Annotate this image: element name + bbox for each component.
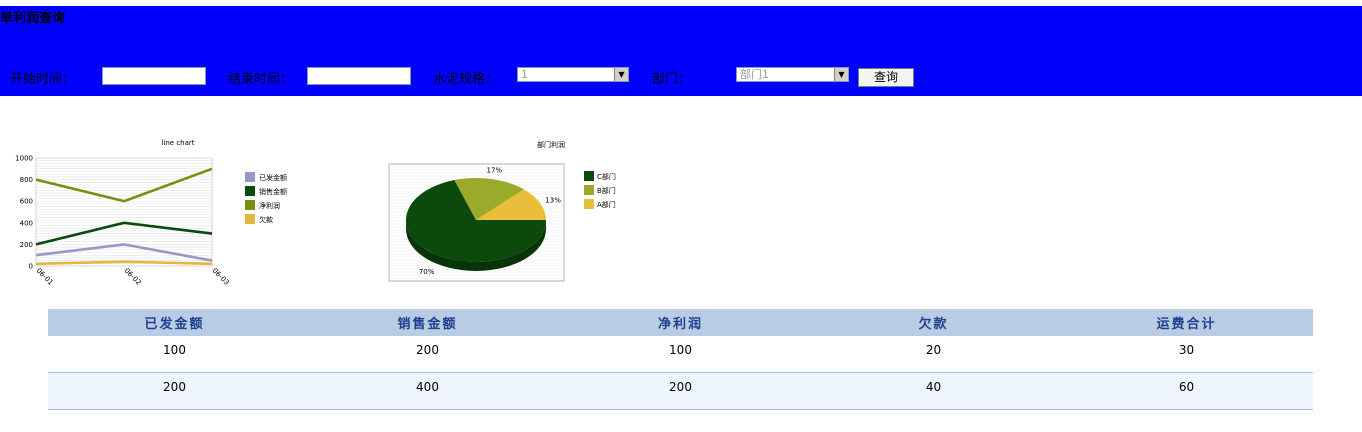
pie-chart: 部门利润 70% 17% 13% C部门 B部门 A部门: [388, 140, 616, 282]
table-cell: 30: [1178, 343, 1195, 357]
legend-swatch: [584, 185, 594, 195]
line-chart: line chart 0 200 400 600 800 1000 06-01 06-02 06…: [15, 139, 287, 287]
query-button[interactable]: 查询: [858, 68, 914, 87]
spec-select[interactable]: 1 ▼: [517, 67, 629, 82]
chevron-down-icon[interactable]: ▼: [614, 68, 628, 81]
legend-swatch: [245, 186, 255, 196]
legend-label: 净利润: [259, 201, 280, 210]
table-cell: 60: [1178, 380, 1195, 394]
legend-swatch: [584, 171, 594, 181]
start-time-input[interactable]: [102, 67, 206, 85]
pie-percent-label: 70%: [419, 268, 435, 276]
y-tick-label: 400: [20, 219, 33, 227]
chevron-down-icon[interactable]: ▼: [834, 68, 848, 81]
table-body: 100 200 100 20 30 200 400 200 40 60: [48, 336, 1313, 410]
spec-select-value: 1: [521, 68, 528, 81]
legend-swatch: [584, 199, 594, 209]
pie-percent-label: 17%: [487, 166, 503, 174]
table-cell: 100: [163, 343, 186, 357]
end-time-input[interactable]: [307, 67, 411, 85]
column-header: 销售金额: [397, 317, 458, 332]
table-cell: 400: [416, 380, 439, 394]
table-row: 100 200 100 20 30: [48, 336, 1313, 373]
x-tick-label: 06-01: [35, 267, 55, 287]
legend-swatch: [245, 200, 255, 210]
legend-label: B部门: [597, 186, 616, 195]
legend-label: 欠款: [259, 215, 273, 224]
y-tick-label: 800: [20, 176, 33, 184]
pie-percent-label: 13%: [545, 196, 561, 204]
table-header: 已发金额 销售金额 净利润 欠款 运费合计: [48, 309, 1313, 336]
table-cell: 20: [925, 343, 942, 357]
column-header: 欠款: [918, 317, 949, 332]
x-tick-label: 06-02: [123, 267, 143, 287]
table-cell: 200: [669, 380, 692, 394]
x-tick-label: 06-03: [211, 267, 231, 287]
y-tick-label: 600: [20, 198, 33, 206]
spec-label: 水泥规格：: [433, 72, 499, 87]
legend-swatch: [245, 172, 255, 182]
table-cell: 40: [925, 380, 942, 394]
y-tick-label: 200: [20, 241, 33, 249]
table-row: 200 400 200 40 60: [48, 373, 1313, 410]
dept-select-value: 部门1: [740, 68, 769, 81]
query-bar: 单利润查询 开始时间： 结束时间： 水泥规格： 1 ▼ 部门： 部门1 ▼ 查询: [0, 6, 1362, 96]
dept-label: 部门：: [652, 72, 692, 87]
y-tick-label: 1000: [15, 155, 33, 163]
start-time-label: 开始时间：: [10, 72, 76, 87]
end-time-label: 结束时间：: [228, 72, 294, 87]
table-cell: 200: [163, 380, 186, 394]
line-chart-title: line chart: [161, 139, 194, 147]
y-tick-label: 0: [29, 263, 33, 271]
legend-label: 销售金额: [259, 187, 287, 196]
table-cell: 200: [416, 343, 439, 357]
column-header: 净利润: [657, 317, 703, 332]
data-table: 已发金额 销售金额 净利润 欠款 运费合计 100 200 100 20 30 200 400 200…: [48, 309, 1313, 410]
dept-select[interactable]: 部门1 ▼: [736, 67, 849, 82]
page-title: 单利润查询: [0, 11, 66, 26]
pie-chart-title: 部门利润: [537, 140, 565, 149]
legend-label: 已发金额: [259, 173, 287, 182]
column-header: 已发金额: [144, 317, 205, 332]
legend-label: C部门: [597, 172, 616, 181]
legend-label: A部门: [597, 200, 616, 209]
column-header: 运费合计: [1156, 317, 1217, 332]
table-cell: 100: [669, 343, 692, 357]
legend-swatch: [245, 214, 255, 224]
